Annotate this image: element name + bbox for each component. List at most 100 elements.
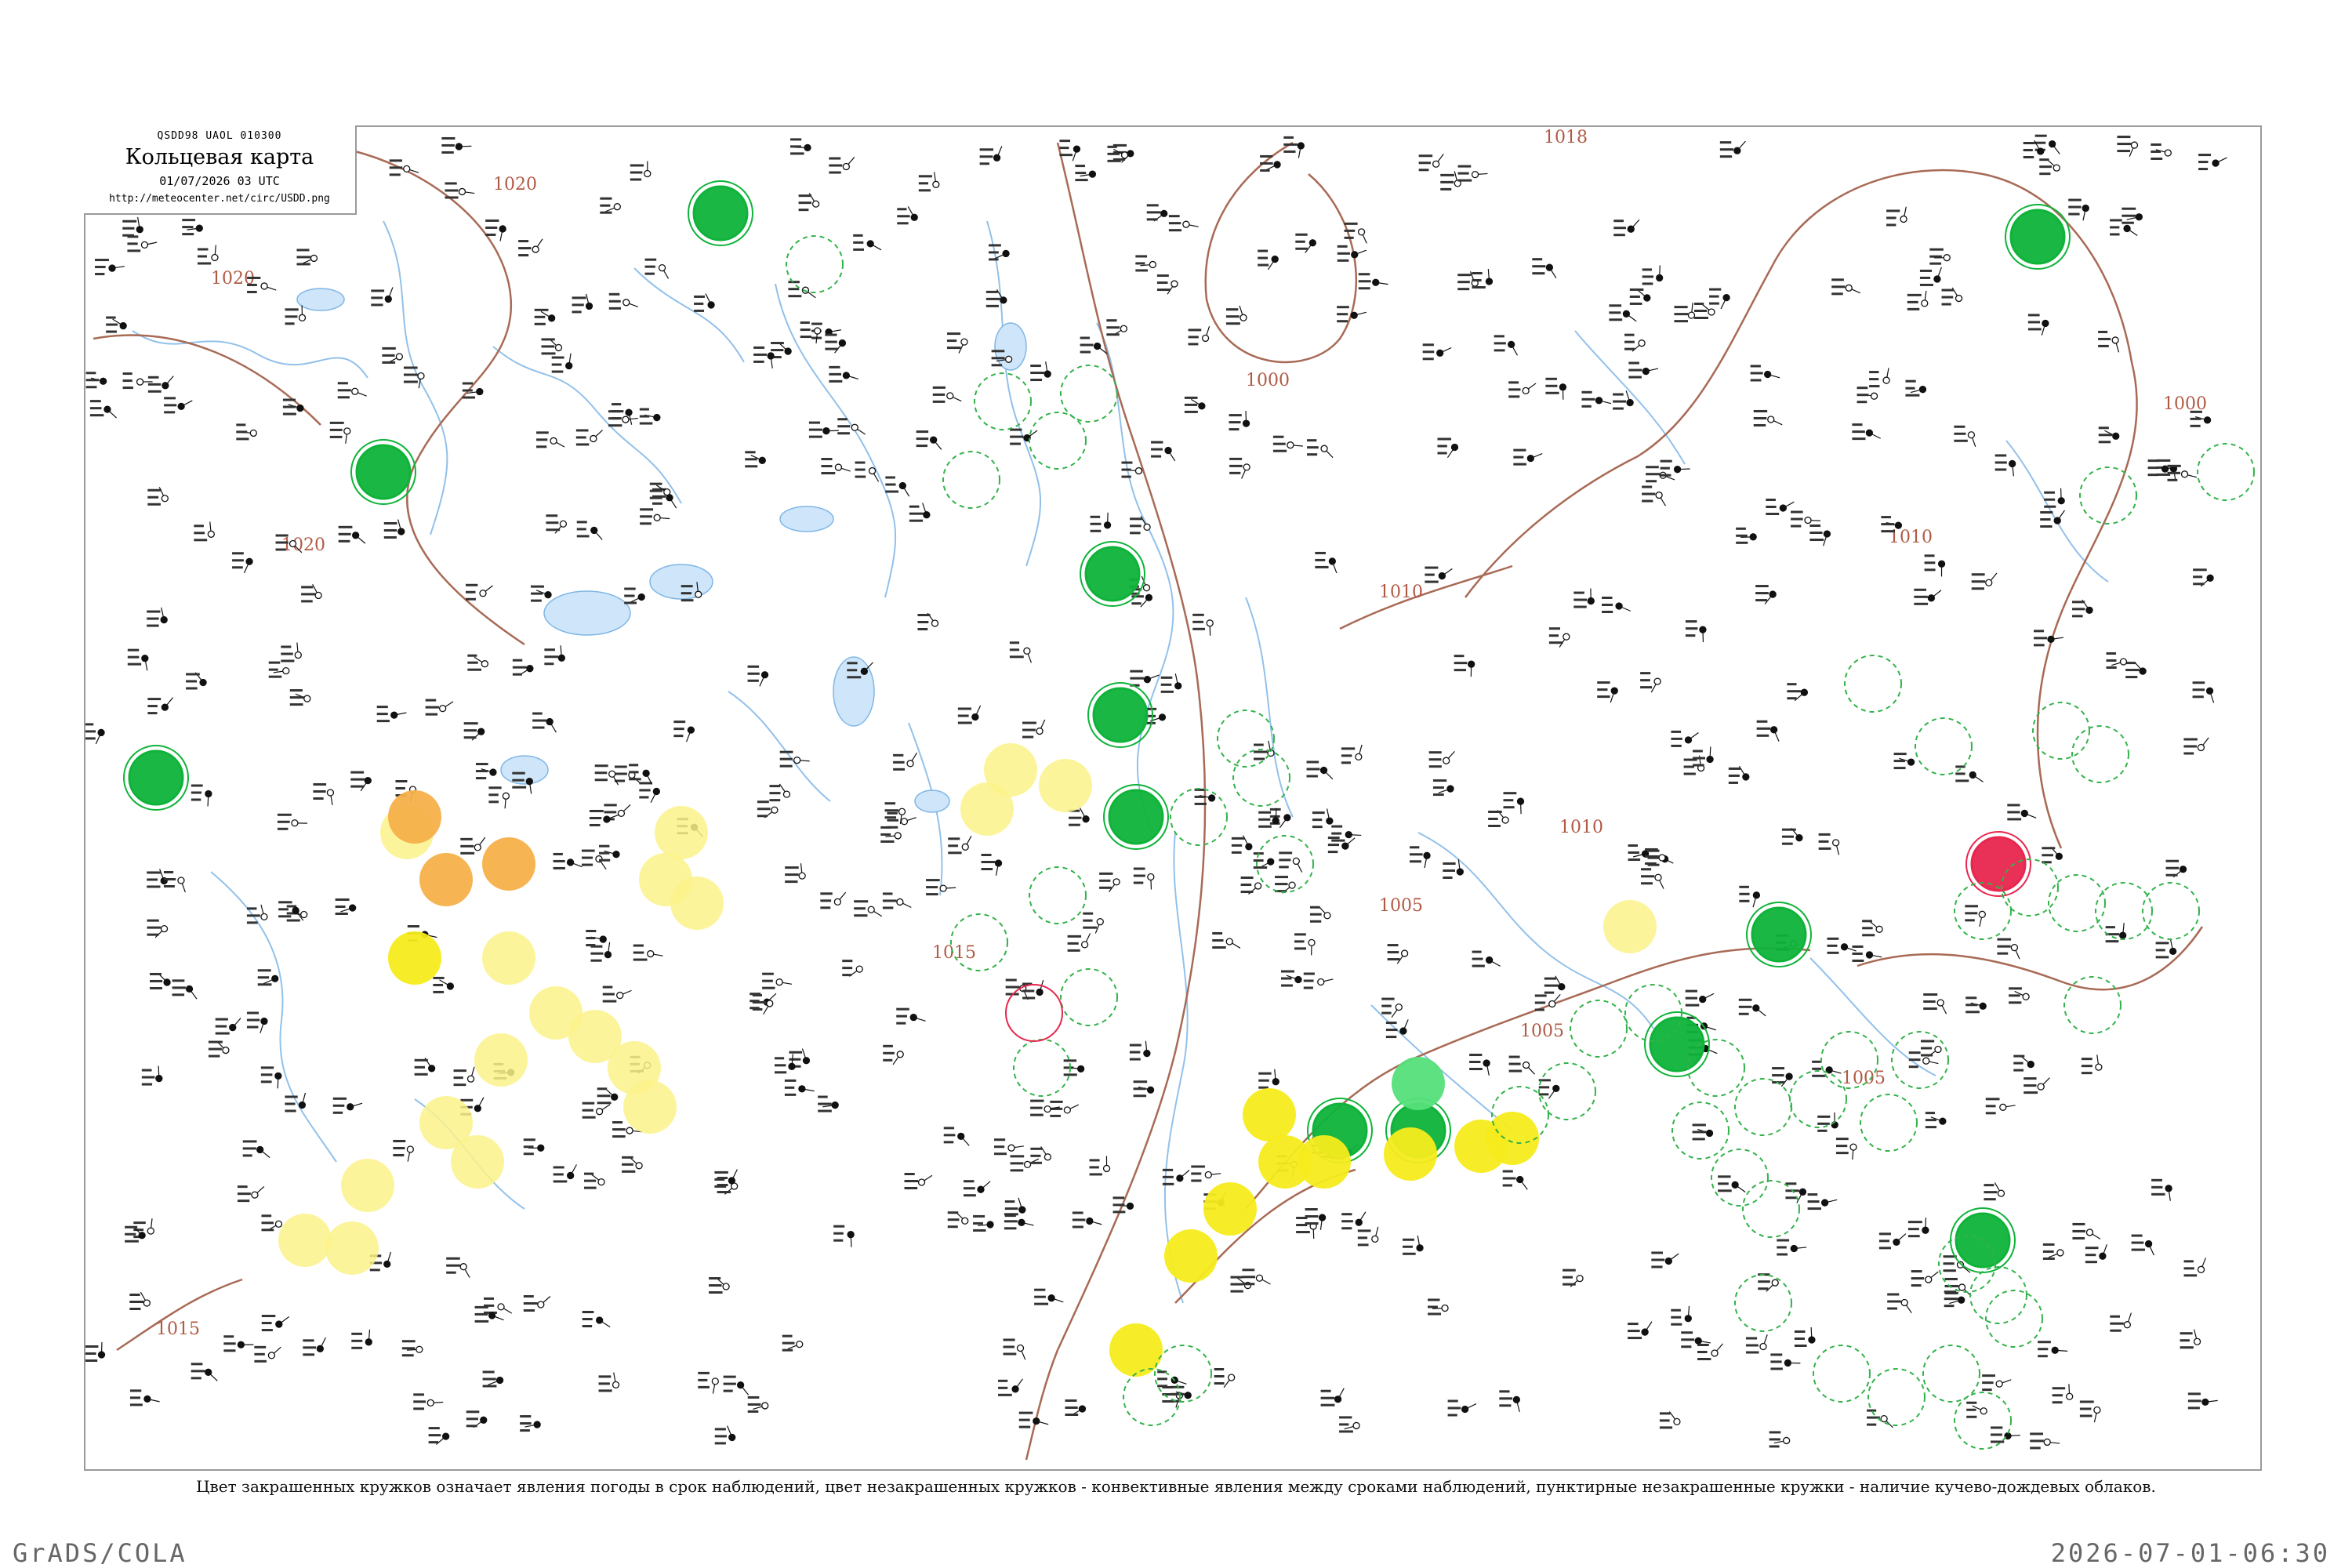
station-marker [541,338,563,355]
station-marker [2079,1400,2101,1423]
station-marker [981,854,1003,876]
station-marker [1920,1040,1942,1058]
station-marker [350,771,372,792]
station-marker [600,197,621,214]
station-marker [2155,938,2177,959]
station-marker [2180,1329,2201,1349]
weather-phenomenon-circle [128,750,184,806]
station-marker [608,292,638,310]
isobar-label: 1005 [1379,896,1423,916]
station-marker [1544,975,1566,994]
station-marker [382,347,404,364]
station-marker [2024,1077,2050,1094]
station-marker [1628,844,1650,862]
station-marker [2198,154,2227,171]
weather-phenomenon-circle [1486,1112,1539,1165]
weather-phenomenon-circle [655,806,708,859]
station-marker [1065,1399,1087,1416]
station-marker [122,216,143,237]
station-marker [1651,1251,1679,1269]
station-marker [932,386,962,403]
station-marker [1214,1367,1236,1388]
station-marker [1357,1226,1379,1247]
weather-phenomenon-circle [1751,906,1807,963]
station-marker [2040,510,2065,528]
station-marker [194,521,215,542]
station-marker [1327,837,1356,854]
station-marker [1770,1353,1801,1370]
station-marker [277,813,307,830]
software-credit: GrADS/COLA [13,1538,187,1568]
station-marker [1966,1401,1987,1418]
station-marker [433,976,455,993]
station-marker [943,1127,970,1146]
station-marker [994,1138,1024,1156]
station-marker [785,863,806,884]
station-marker [1192,613,1214,636]
station-marker [1781,827,1803,845]
station-marker [85,723,105,745]
station-marker [630,161,652,181]
station-marker [1862,920,1883,937]
station-marker [1075,165,1097,182]
map-url: http://meteocenter.net/circ/USDD.png [109,193,330,205]
weather-phenomenon-circle [355,444,412,500]
station-marker [261,1315,289,1332]
weather-phenomenon-circle [1243,1088,1296,1142]
station-marker [285,1092,307,1112]
station-marker [85,372,107,389]
station-marker [1003,1338,1026,1360]
station-marker [1339,1416,1360,1433]
station-marker [882,892,912,909]
weather-phenomenon-circle [482,837,535,891]
station-marker [1753,409,1783,426]
station-marker [1502,1170,1528,1190]
station-marker [484,1297,513,1314]
station-marker [2030,1432,2060,1450]
isobar-label: 1010 [1889,528,1933,547]
station-marker [2125,661,2147,679]
station-marker [182,219,203,236]
station-marker [1513,448,1543,466]
cb-cloud-dashed-circle [1734,1078,1792,1136]
station-marker [413,1393,444,1410]
station-marker [518,238,543,257]
weather-phenomenon-circle [984,743,1037,797]
station-marker [1852,423,1881,441]
station-marker [1893,753,1915,770]
station-marker [1794,1327,1816,1347]
station-marker [837,418,866,435]
cb-cloud-dashed-circle [1954,1392,2012,1450]
station-marker [1984,1182,2005,1201]
weather-phenomenon-circle [692,185,749,241]
weather-phenomenon-circle [2009,209,2066,265]
station-marker [644,258,670,279]
station-marker [1296,1217,1317,1240]
station-marker [821,458,851,475]
station-marker [1499,1390,1520,1412]
station-marker [2165,859,2187,878]
station-marker [1341,1211,1367,1230]
station-marker [723,1375,750,1396]
station-marker [575,429,603,446]
station-marker [1756,720,1780,742]
station-marker [1135,255,1156,272]
station-marker [1005,978,1029,1000]
station-marker [2098,330,2120,353]
station-marker [191,1363,218,1381]
station-marker [466,1410,488,1428]
station-marker [1750,365,1780,382]
station-marker [1914,588,1942,605]
station-marker [532,712,557,733]
station-marker [1869,368,1890,388]
station-marker [475,763,497,780]
station-marker [1758,1273,1779,1292]
station-marker [1787,683,1809,702]
station-marker [236,423,257,441]
station-marker [1320,1388,1345,1406]
station-marker [1769,1431,1791,1448]
station-marker [1072,1211,1102,1229]
station-marker [2039,158,2060,176]
station-marker [2038,1341,2068,1358]
station-marker [1403,1235,1424,1255]
